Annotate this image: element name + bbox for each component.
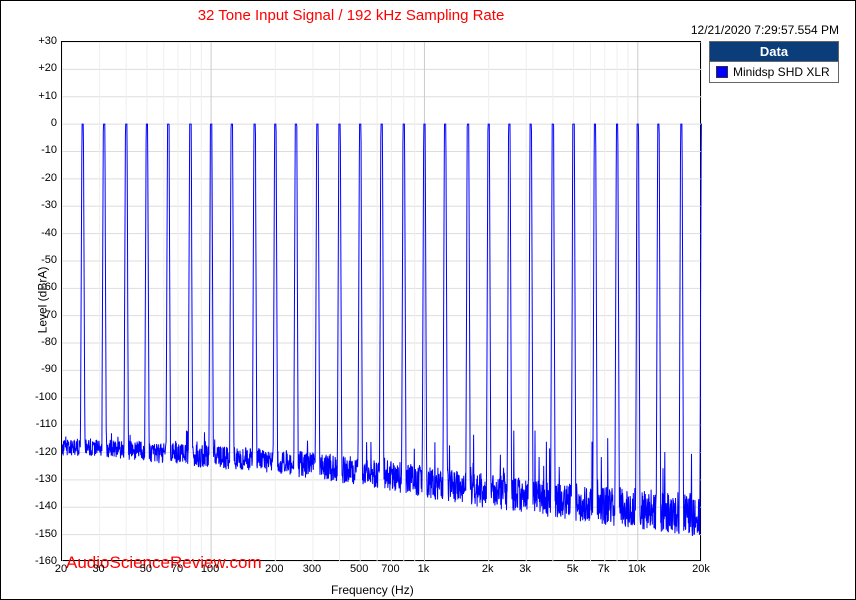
x-tick: 70: [171, 563, 183, 575]
chart-title: 32 Tone Input Signal / 192 kHz Sampling …: [1, 7, 701, 24]
x-tick: 7k: [598, 563, 610, 575]
y-tick: -50: [29, 254, 57, 266]
legend: Data Minidsp SHD XLR: [709, 41, 839, 83]
chart-container: 32 Tone Input Signal / 192 kHz Sampling …: [0, 0, 856, 600]
y-tick: -70: [29, 309, 57, 321]
y-tick: -140: [29, 500, 57, 512]
y-tick: +30: [29, 35, 57, 47]
x-tick: 1k: [418, 563, 430, 575]
legend-label: Minidsp SHD XLR: [733, 65, 830, 79]
x-tick: 30: [92, 563, 104, 575]
legend-header: Data: [710, 42, 838, 62]
x-tick: 700: [381, 563, 399, 575]
series-line: [62, 124, 702, 536]
chart-svg: [62, 42, 702, 562]
x-tick: 3k: [519, 563, 531, 575]
y-tick: -10: [29, 144, 57, 156]
y-tick: -60: [29, 281, 57, 293]
x-tick: 20k: [692, 563, 710, 575]
y-tick: -30: [29, 199, 57, 211]
y-tick: -120: [29, 446, 57, 458]
x-tick: 10k: [628, 563, 646, 575]
x-tick: 500: [350, 563, 368, 575]
y-tick: -160: [29, 555, 57, 567]
y-tick: -130: [29, 473, 57, 485]
timestamp: 12/21/2020 7:29:57.554 PM: [691, 23, 839, 37]
y-tick: -100: [29, 391, 57, 403]
legend-swatch: [716, 66, 728, 78]
y-tick: -20: [29, 172, 57, 184]
y-tick: -110: [29, 418, 57, 430]
x-axis-label: Frequency (Hz): [331, 583, 414, 597]
y-axis-label: Level (dBrA): [35, 267, 49, 334]
x-tick: 300: [303, 563, 321, 575]
y-tick: -40: [29, 227, 57, 239]
plot-area: [61, 41, 701, 561]
y-tick: -150: [29, 528, 57, 540]
y-tick: 0: [29, 117, 57, 129]
x-tick: 2k: [482, 563, 494, 575]
y-tick: +20: [29, 62, 57, 74]
y-tick: -80: [29, 336, 57, 348]
x-tick: 50: [140, 563, 152, 575]
x-tick: 100: [201, 563, 219, 575]
x-tick: 5k: [567, 563, 579, 575]
x-tick: 20: [55, 563, 67, 575]
y-tick: +10: [29, 90, 57, 102]
legend-item: Minidsp SHD XLR: [710, 62, 838, 82]
x-tick: 200: [265, 563, 283, 575]
y-tick: -90: [29, 363, 57, 375]
